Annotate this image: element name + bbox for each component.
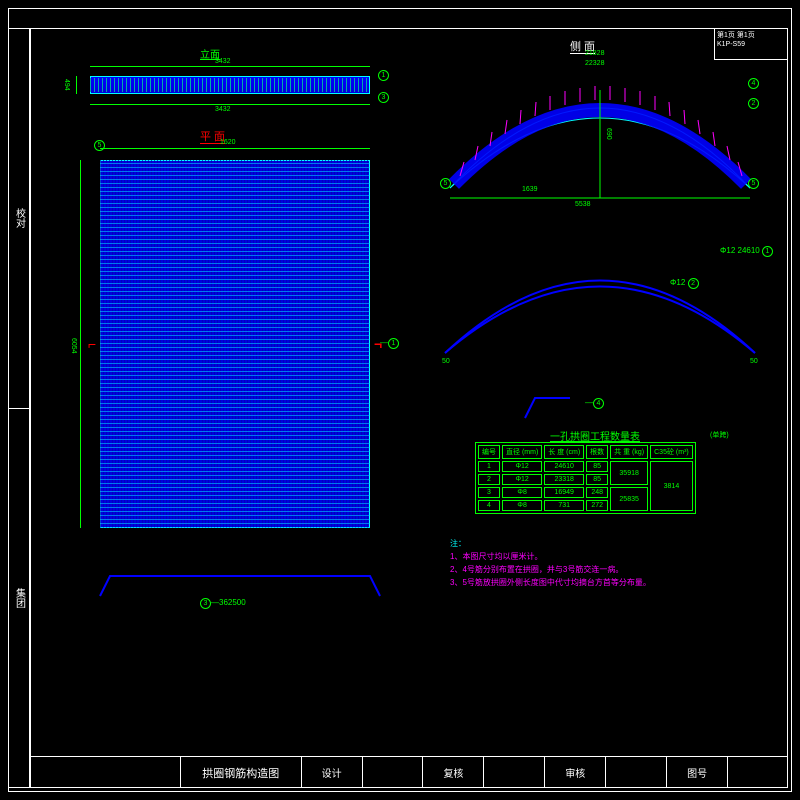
dim-elev-top [90,66,370,67]
arc-end-l: 50 [442,358,450,365]
callout-elev-1: 1 [378,70,389,81]
side-callout-2: 2 [748,98,759,109]
side-arc [430,58,770,208]
dim-elev-top-val: 3432 [215,58,231,65]
quantity-table: 编号 直径 (mm) 长 度 (cm) 根数 共 重 (kg) C35砼 (m³… [475,442,696,514]
arc-callout-2: Φ12 2 [670,278,699,289]
dim-side-top2: 22328 [585,60,604,67]
bar4-shape [520,388,580,428]
dim-side-half: 1639 [522,186,538,193]
th-5: C35砼 (m³) [650,445,693,459]
side-callout-4: 4 [748,78,759,89]
note-line-1: 1、本图尺寸均以厘米计。 [450,551,770,562]
dim-elev-left-val: 494 [63,79,70,91]
callout-plan-1: —1 [380,338,399,349]
note-line-3: 3、5号筋放拱圈外侧长度图中代寸均摘台方首等分布量。 [450,577,770,588]
dim-side-span: 5538 [575,201,591,208]
sidebar: 校对 集团 [8,28,30,788]
dim-elev-bot-val: 3432 [215,106,231,113]
arc-end-r: 50 [750,358,758,365]
dim-side-top: 21828 [585,50,604,57]
dim-plan-left-val: 6054 [70,338,77,354]
arc-callout-1: Φ12 24610 1 [720,246,773,257]
tb-check: 复核 [423,757,484,788]
rebar-arc [430,228,770,368]
dim-side-rise: 690 [605,128,612,140]
notes-header: 注： [450,538,770,549]
title-block: 拱圈钢筋构造图 设计 复核 审核 图号 [30,756,788,788]
tb-empty1 [363,757,424,788]
tb-design: 设计 [302,757,363,788]
elevation-hatch [90,78,370,92]
dim-plan-top-val: 1620 [220,139,236,146]
th-3: 根数 [586,445,608,459]
table-unit: (单跨) [710,430,729,440]
callout-bot-3: 3—362500 [200,598,246,609]
dim-plan-left [80,160,81,528]
bar4-callout: —4 [585,398,604,409]
th-0: 编号 [478,445,500,459]
tb-num: 图号 [667,757,728,788]
main-area: 立面 3432 3432 494 1 3 平 面 1620 6054 5 —1 … [30,28,788,756]
notes-block: 注： 1、本图尺寸均以厘米计。 2、4号筋分别布置在拱圈，并与3号筋交连一病。 … [450,538,770,588]
section-mark-right: ¬ [374,336,382,352]
tb-spacer [30,757,181,788]
callout-plan-5: 5 [94,140,105,151]
side-callout-5l: 5 [440,178,451,189]
side-callout-5r: 5 [748,178,759,189]
tb-empty2 [484,757,545,788]
sidebar-cell-2: 集团 [9,408,29,788]
dim-elev-left [76,76,77,94]
sidebar-cell-1: 校对 [9,29,29,408]
dim-plan-top [100,148,370,149]
th-1: 直径 (mm) [502,445,542,459]
tb-empty3 [606,757,667,788]
callout-elev-3: 3 [378,92,389,103]
note-line-2: 2、4号筋分别布置在拱圈，并与3号筋交连一病。 [450,564,770,575]
section-mark-left: ⌐ [88,336,96,352]
plan-hatch [100,160,370,528]
tb-review: 审核 [545,757,606,788]
table-row: 1Φ122461085359183814 [478,461,693,472]
drawing-title: 拱圈钢筋构造图 [181,757,302,788]
th-2: 长 度 (cm) [544,445,584,459]
th-4: 共 重 (kg) [610,445,648,459]
tb-empty4 [728,757,788,788]
dim-elev-bot [90,104,370,105]
table-title: 一孔拱圈工程数量表 [550,428,640,443]
